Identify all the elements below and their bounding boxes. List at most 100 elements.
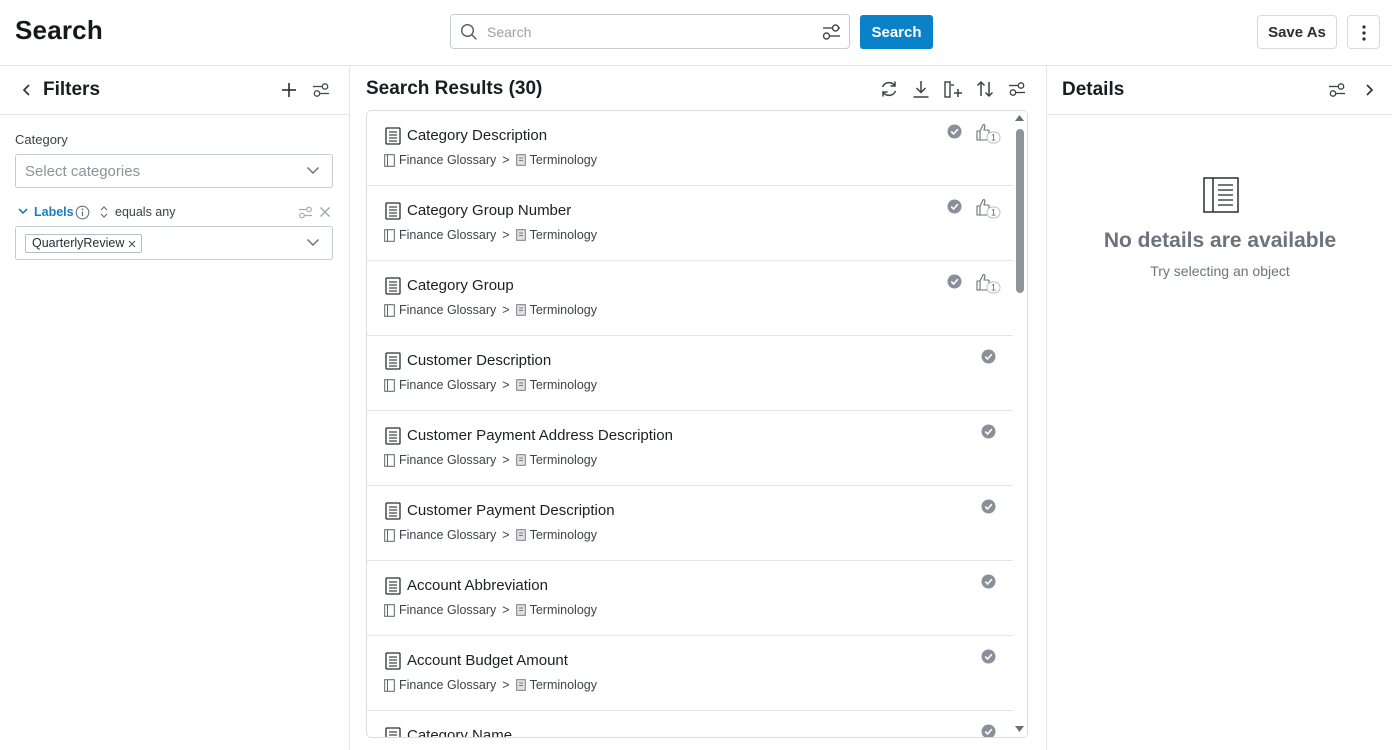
folder-icon bbox=[515, 604, 526, 616]
remove-chip-icon[interactable] bbox=[128, 240, 136, 248]
sort-button[interactable] bbox=[974, 78, 996, 100]
like-count-icon[interactable]: 1 bbox=[975, 197, 1001, 219]
sliders-icon bbox=[1009, 82, 1025, 96]
folder-name[interactable]: Terminology bbox=[530, 528, 597, 542]
sliders-icon bbox=[313, 83, 329, 97]
glossary-icon bbox=[384, 303, 395, 317]
folder-name[interactable]: Terminology bbox=[530, 678, 597, 692]
result-name[interactable]: Category Group bbox=[407, 277, 514, 294]
add-column-icon bbox=[944, 81, 962, 98]
path-separator: > bbox=[502, 303, 510, 317]
folder-name[interactable]: Terminology bbox=[530, 153, 597, 167]
folder-name[interactable]: Terminology bbox=[530, 228, 597, 242]
folder-icon bbox=[515, 379, 526, 391]
sliders-icon[interactable] bbox=[298, 206, 313, 219]
result-name[interactable]: Customer Payment Address Description bbox=[407, 427, 673, 444]
like-count-icon[interactable]: 1 bbox=[975, 272, 1001, 294]
result-path: Finance Glossary > Terminology bbox=[384, 603, 597, 617]
collapse-details-button[interactable] bbox=[1358, 79, 1380, 101]
more-options-button[interactable] bbox=[1347, 15, 1380, 49]
more-vertical-icon bbox=[1362, 25, 1366, 41]
glossary-name[interactable]: Finance Glossary bbox=[399, 228, 496, 242]
close-icon[interactable] bbox=[319, 206, 331, 218]
glossary-icon bbox=[384, 678, 395, 692]
result-row[interactable]: Customer Payment Description Finance Glos… bbox=[367, 486, 1013, 561]
path-separator: > bbox=[502, 153, 510, 167]
glossary-name[interactable]: Finance Glossary bbox=[399, 678, 496, 692]
folder-name[interactable]: Terminology bbox=[530, 453, 597, 467]
top-bar: Search Search Save As bbox=[0, 0, 1392, 66]
result-name[interactable]: Category Description bbox=[407, 127, 547, 144]
verified-icon bbox=[981, 349, 996, 364]
results-scrollbar[interactable] bbox=[1012, 111, 1027, 737]
chevron-down-icon[interactable] bbox=[18, 208, 28, 215]
sort-toggle-icon[interactable] bbox=[99, 205, 109, 219]
download-button[interactable] bbox=[910, 78, 932, 100]
result-row[interactable]: Category Description Finance Glossary > Ter… bbox=[367, 111, 1013, 186]
scroll-down-icon[interactable] bbox=[1015, 726, 1024, 732]
folder-name[interactable]: Terminology bbox=[530, 303, 597, 317]
verified-icon bbox=[981, 499, 996, 514]
result-row[interactable]: Category Name bbox=[367, 711, 1013, 737]
result-row[interactable]: Customer Payment Address Description Fina… bbox=[367, 411, 1013, 486]
refresh-icon bbox=[881, 81, 897, 97]
path-separator: > bbox=[502, 603, 510, 617]
result-name[interactable]: Customer Description bbox=[407, 352, 551, 369]
labels-operator[interactable]: equals any bbox=[115, 205, 175, 219]
collapse-filters-button[interactable] bbox=[16, 79, 38, 101]
results-list[interactable]: Category Description Finance Glossary > Ter… bbox=[366, 110, 1028, 738]
save-as-button[interactable]: Save As bbox=[1257, 15, 1337, 49]
result-row[interactable]: Category Group Number Finance Glossary > Te… bbox=[367, 186, 1013, 261]
glossary-icon bbox=[384, 378, 395, 392]
term-document-icon bbox=[385, 277, 401, 295]
search-field[interactable] bbox=[450, 14, 850, 49]
labels-select[interactable]: QuarterlyReview bbox=[15, 226, 333, 260]
glossary-name[interactable]: Finance Glossary bbox=[399, 453, 496, 467]
add-filter-button[interactable] bbox=[278, 79, 300, 101]
result-path: Finance Glossary > Terminology bbox=[384, 678, 597, 692]
details-title: Details bbox=[1062, 79, 1125, 100]
glossary-name[interactable]: Finance Glossary bbox=[399, 303, 496, 317]
result-row[interactable]: Category Group Finance Glossary > Terminolo… bbox=[367, 261, 1013, 336]
refresh-button[interactable] bbox=[878, 78, 900, 100]
term-document-icon bbox=[385, 427, 401, 445]
result-name[interactable]: Customer Payment Description bbox=[407, 502, 615, 519]
result-name[interactable]: Account Budget Amount bbox=[407, 652, 568, 669]
folder-name[interactable]: Terminology bbox=[530, 603, 597, 617]
verified-icon bbox=[981, 574, 996, 589]
filters-header: Filters bbox=[0, 66, 349, 115]
sort-icon bbox=[976, 80, 994, 98]
like-count: 1 bbox=[991, 283, 996, 293]
result-row[interactable]: Account Budget Amount Finance Glossary > Te… bbox=[367, 636, 1013, 711]
category-select[interactable]: Select categories bbox=[15, 154, 333, 188]
search-input[interactable] bbox=[487, 21, 807, 43]
label-chip: QuarterlyReview bbox=[25, 234, 143, 253]
labels-filter-label[interactable]: Labels bbox=[34, 205, 74, 219]
glossary-name[interactable]: Finance Glossary bbox=[399, 153, 496, 167]
results-settings-button[interactable] bbox=[1006, 78, 1028, 100]
result-name[interactable]: Account Abbreviation bbox=[407, 577, 548, 594]
add-column-button[interactable] bbox=[942, 78, 964, 100]
result-row[interactable]: Account Abbreviation Finance Glossary > Ter… bbox=[367, 561, 1013, 636]
results-title: Search Results (30) bbox=[366, 78, 543, 99]
folder-name[interactable]: Terminology bbox=[530, 378, 597, 392]
scroll-up-icon[interactable] bbox=[1015, 115, 1024, 121]
glossary-name[interactable]: Finance Glossary bbox=[399, 603, 496, 617]
path-separator: > bbox=[502, 378, 510, 392]
verified-icon bbox=[947, 124, 962, 139]
filter-settings-button[interactable] bbox=[310, 79, 332, 101]
result-path: Finance Glossary > Terminology bbox=[384, 153, 597, 167]
result-name[interactable]: Category Name bbox=[407, 727, 512, 737]
result-name[interactable]: Category Group Number bbox=[407, 202, 571, 219]
advanced-search-icon[interactable] bbox=[821, 23, 841, 41]
glossary-icon bbox=[384, 528, 395, 542]
search-button[interactable]: Search bbox=[860, 15, 933, 49]
like-count-icon[interactable]: 1 bbox=[975, 122, 1001, 144]
scroll-thumb[interactable] bbox=[1016, 129, 1024, 293]
details-settings-button[interactable] bbox=[1326, 79, 1348, 101]
glossary-name[interactable]: Finance Glossary bbox=[399, 528, 496, 542]
folder-icon bbox=[515, 304, 526, 316]
empty-state-subtitle: Try selecting an object bbox=[1150, 263, 1290, 279]
glossary-name[interactable]: Finance Glossary bbox=[399, 378, 496, 392]
result-row[interactable]: Customer Description Finance Glossary > Ter… bbox=[367, 336, 1013, 411]
